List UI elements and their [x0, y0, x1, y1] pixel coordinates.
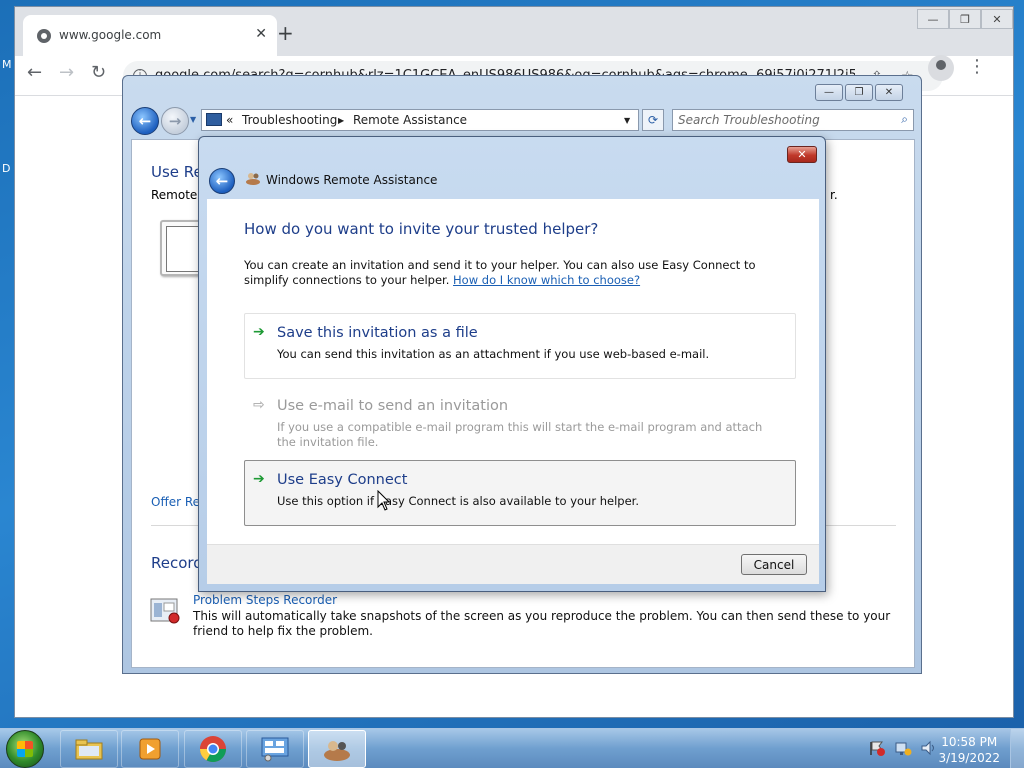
back-arrow-icon[interactable]: ←: [27, 62, 42, 83]
taskbar-media-player[interactable]: [121, 730, 179, 768]
action-center-flag-icon[interactable]: [868, 740, 886, 756]
green-arrow-icon: ➔: [253, 471, 265, 487]
minimize-button[interactable]: —: [917, 9, 949, 29]
dialog-header: ← Windows Remote Assistance: [207, 165, 819, 197]
explorer-address-bar[interactable]: « Troubleshooting ▶ Remote Assistance ▼: [201, 109, 639, 131]
chrome-tab[interactable]: www.google.com ✕: [23, 15, 277, 57]
google-favicon-icon: [37, 29, 51, 43]
control-panel-icon: [261, 737, 289, 762]
close-button[interactable]: ✕: [981, 9, 1013, 29]
explorer-minimize-button[interactable]: —: [815, 84, 843, 101]
cancel-button[interactable]: Cancel: [741, 554, 807, 575]
refresh-icon[interactable]: ⟳: [642, 109, 664, 131]
problem-steps-recorder-link[interactable]: Problem Steps Recorder: [193, 593, 337, 607]
maximize-button[interactable]: ❐: [949, 9, 981, 29]
search-placeholder: Search Troubleshooting: [678, 113, 820, 127]
chrome-window-controls: — ❐ ✕: [917, 9, 1013, 31]
dialog-body: How do you want to invite your trusted h…: [207, 199, 819, 544]
dialog-back-button[interactable]: ←: [209, 168, 235, 194]
address-dropdown-icon[interactable]: ▼: [624, 116, 630, 125]
profile-avatar-icon[interactable]: [928, 55, 954, 81]
taskbar-explorer[interactable]: [60, 730, 118, 768]
folder-icon: [75, 739, 103, 760]
chrome-tabstrip: www.google.com ✕ + — ❐ ✕: [15, 7, 1013, 57]
new-tab-button[interactable]: +: [277, 23, 294, 43]
system-tray: [868, 740, 938, 756]
explorer-close-button[interactable]: ✕: [875, 84, 903, 101]
network-icon[interactable]: [894, 740, 912, 756]
dialog-footer: Cancel: [207, 544, 819, 584]
option-desc: If you use a compatible e-mail program t…: [277, 420, 763, 449]
remote-assistance-icon: [324, 741, 350, 761]
dialog-title: Windows Remote Assistance: [266, 173, 438, 187]
explorer-forward-button[interactable]: →: [161, 107, 189, 135]
search-troubleshooting-input[interactable]: Search Troubleshooting ⌕: [672, 109, 914, 131]
dialog-heading: How do you want to invite your trusted h…: [244, 220, 599, 238]
option-email-invitation: ⇨ Use e-mail to send an invitation If yo…: [244, 386, 796, 452]
offer-remote-assistance-link[interactable]: Offer Rer: [151, 495, 205, 509]
taskbar-remote-assistance[interactable]: [308, 730, 366, 768]
explorer-back-button[interactable]: ←: [131, 107, 159, 135]
taskbar: 10:58 PM 3/19/2022: [0, 728, 1024, 768]
green-arrow-icon: ➔: [253, 324, 265, 340]
control-panel-icon: [206, 113, 222, 126]
option-desc: Use this option if Easy Connect is also …: [277, 494, 639, 508]
clock[interactable]: 10:58 PM 3/19/2022: [938, 734, 1000, 766]
explorer-window-controls: — ❐ ✕: [815, 84, 903, 101]
search-icon[interactable]: ⌕: [901, 112, 908, 127]
back-arrow-icon: ←: [138, 112, 152, 130]
volume-icon[interactable]: [920, 740, 938, 756]
section-heading-record: Record: [151, 554, 203, 572]
dialog-close-button[interactable]: ✕: [787, 146, 817, 163]
clock-date: 3/19/2022: [938, 751, 1000, 765]
option-title: Save this invitation as a file: [277, 325, 478, 341]
mouse-cursor-icon: [377, 490, 391, 511]
show-desktop-button[interactable]: [1010, 729, 1024, 768]
forward-arrow-icon: →: [168, 112, 182, 130]
breadcrumb-separator-icon[interactable]: ▶: [338, 116, 344, 125]
start-button[interactable]: [6, 730, 44, 768]
explorer-maximize-button[interactable]: ❐: [845, 84, 873, 101]
dialog-description: You can create an invitation and send it…: [244, 258, 784, 288]
taskbar-control-panel[interactable]: [246, 730, 304, 768]
clock-time: 10:58 PM: [941, 735, 998, 749]
problem-steps-recorder-desc: This will automatically take snapshots o…: [193, 609, 891, 638]
breadcrumb-troubleshooting[interactable]: Troubleshooting: [242, 113, 337, 127]
remote-assistance-dialog: ✕ ← Windows Remote Assistance How do you…: [198, 136, 826, 592]
section-heading-use-remote-assistance: Use Re: [151, 163, 203, 181]
tab-close-icon[interactable]: ✕: [255, 26, 267, 42]
option-desc: You can send this invitation as an attac…: [277, 347, 710, 361]
reload-icon[interactable]: ↻: [91, 62, 106, 83]
media-player-icon: [139, 738, 161, 760]
option-title: Use e-mail to send an invitation: [277, 398, 509, 414]
option-title: Use Easy Connect: [277, 472, 408, 488]
problem-steps-recorder-icon: [150, 598, 180, 624]
recent-pages-dropdown-icon[interactable]: ▼: [190, 115, 196, 124]
help-choose-link[interactable]: How do I know which to choose?: [453, 273, 640, 287]
chrome-icon: [199, 736, 227, 763]
section-desc-end: r.: [830, 188, 838, 202]
tab-title: www.google.com: [59, 28, 162, 42]
desktop-label-m: M: [2, 58, 12, 71]
desktop-label-d: D: [2, 162, 11, 175]
breadcrumb-remote-assistance[interactable]: Remote Assistance: [353, 113, 467, 127]
forward-arrow-icon[interactable]: →: [59, 62, 74, 83]
chrome-menu-icon[interactable]: ⋮: [968, 56, 986, 77]
remote-assistance-icon: [246, 173, 260, 185]
back-arrow-icon: ←: [215, 172, 229, 190]
option-use-easy-connect[interactable]: ➔ Use Easy Connect Use this option if Ea…: [244, 460, 796, 526]
breadcrumb-chevron-icon[interactable]: «: [226, 113, 233, 127]
taskbar-chrome[interactable]: [184, 730, 242, 768]
option-save-invitation-file[interactable]: ➔ Save this invitation as a file You can…: [244, 313, 796, 379]
gray-arrow-icon: ⇨: [253, 397, 265, 413]
